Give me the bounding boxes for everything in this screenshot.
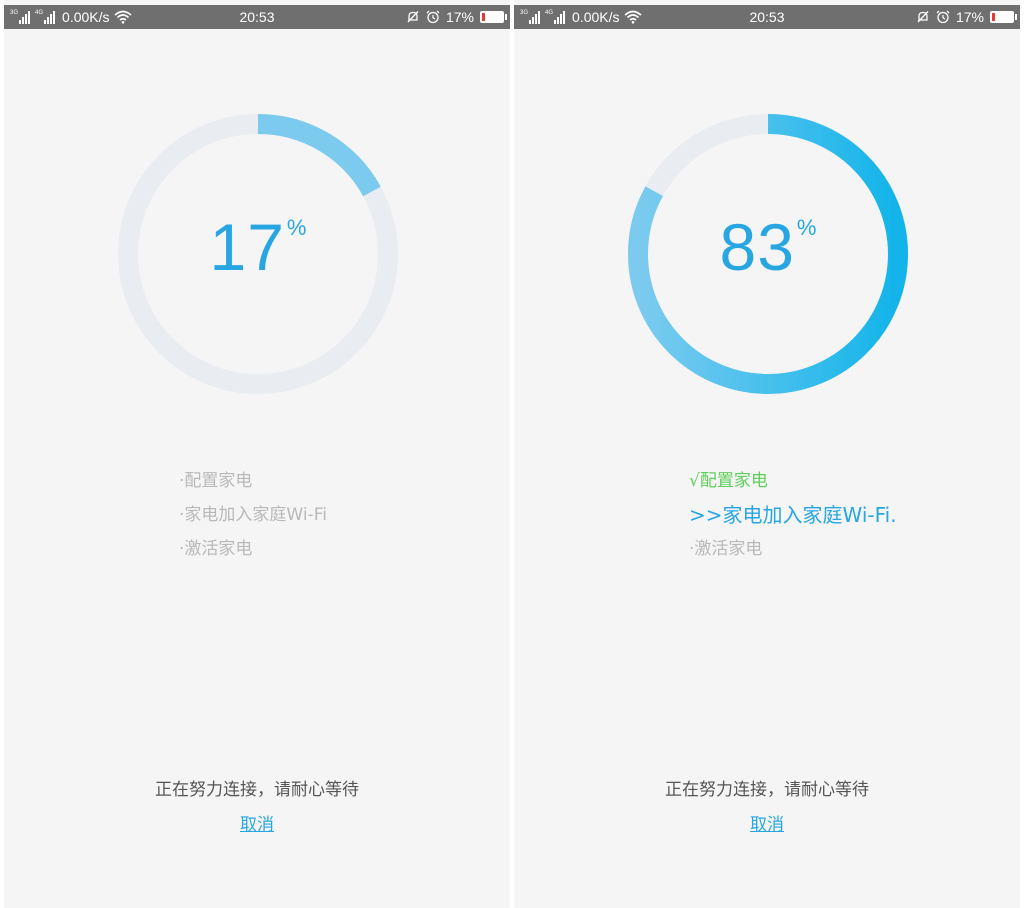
phone-screen-left: 3G 4G 0.00K/s 20:53 17% 17% ·配置家电 ·家电加入家… (4, 0, 510, 908)
battery-percent: 17% (445, 9, 474, 25)
wifi-icon (113, 10, 132, 24)
cancel-label[interactable]: 取消 (750, 815, 784, 835)
progress-ring: 83% (614, 100, 922, 408)
cancel-label[interactable]: 取消 (240, 815, 274, 835)
battery-icon (480, 11, 507, 23)
mute-bell-icon (407, 11, 419, 23)
signal-3g-icon: 3G (10, 10, 31, 24)
alarm-clock-icon (936, 10, 950, 24)
step-configure-appliance: ·配置家电 (179, 471, 253, 491)
progress-value: 83 (719, 210, 795, 284)
step-activate-appliance: ·激活家电 (179, 539, 253, 559)
step-join-home-wifi: ·家电加入家庭Wi-Fi (179, 505, 327, 525)
wait-message: 正在努力连接，请耐心等待 (155, 780, 359, 800)
alarm-clock-icon (426, 10, 440, 24)
step-join-home-wifi: >>家电加入家庭Wi-Fi. (689, 503, 897, 527)
progress-percent: 17% (104, 210, 412, 284)
status-bar: 3G 4G 0.00K/s 20:53 17% (4, 5, 510, 29)
progress-ring: 17% (104, 100, 412, 408)
cancel-link[interactable]: 取消 (514, 810, 1020, 835)
step-configure-appliance: √配置家电 (689, 471, 768, 491)
wifi-icon (623, 10, 642, 24)
cancel-link[interactable]: 取消 (4, 810, 510, 835)
battery-icon (990, 11, 1017, 23)
wait-message: 正在努力连接，请耐心等待 (665, 780, 869, 800)
net-speed: 0.00K/s (62, 9, 110, 25)
phone-screen-right: 3G 4G 0.00K/s 20:53 17% 83% √配置家电 >>家电加入… (514, 0, 1020, 908)
status-bar: 3G 4G 0.00K/s 20:53 17% (514, 5, 1020, 29)
signal-3g-icon: 3G (520, 10, 541, 24)
mute-bell-icon (917, 11, 929, 23)
step-list: √配置家电 >>家电加入家庭Wi-Fi. ·激活家电 (689, 464, 897, 566)
progress-unit: % (286, 215, 307, 240)
progress-percent: 83% (614, 210, 922, 284)
net-speed: 0.00K/s (572, 9, 620, 25)
signal-4g-icon: 4G (35, 10, 56, 24)
step-list: ·配置家电 ·家电加入家庭Wi-Fi ·激活家电 (179, 464, 327, 566)
step-activate-appliance: ·激活家电 (689, 539, 763, 559)
progress-value: 17 (209, 210, 285, 284)
battery-percent: 17% (955, 9, 984, 25)
progress-unit: % (796, 215, 817, 240)
signal-4g-icon: 4G (545, 10, 566, 24)
